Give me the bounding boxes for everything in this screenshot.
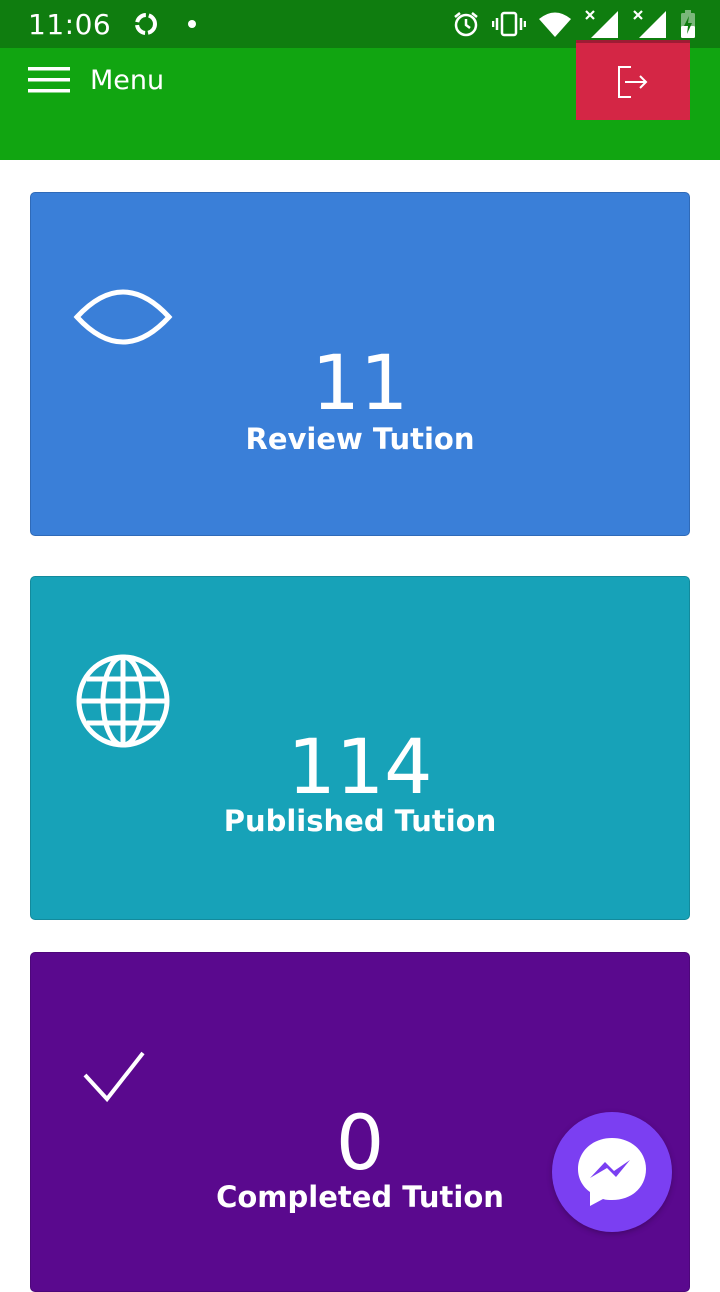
- hamburger-icon: [28, 67, 70, 93]
- signal-icon: [633, 10, 666, 38]
- dot-icon: [188, 20, 197, 28]
- review-tution-label: Review Tution: [245, 422, 475, 456]
- messenger-button[interactable]: [552, 1112, 672, 1232]
- vibrate-icon: [492, 11, 526, 37]
- alarm-icon: [454, 12, 478, 37]
- review-tution-count: 11: [311, 338, 409, 427]
- status-left-icons: [133, 11, 197, 37]
- battery-charging-icon: [681, 10, 695, 38]
- logout-button[interactable]: [576, 40, 690, 120]
- review-tution-card[interactable]: 11 Review Tution: [30, 192, 690, 536]
- published-tution-count: 114: [287, 722, 433, 811]
- status-time: 11:06: [28, 7, 112, 41]
- logout-icon: [618, 65, 648, 98]
- sync-icon: [135, 13, 158, 35]
- menu-button[interactable]: Menu: [28, 58, 164, 102]
- app-bar: Menu: [0, 40, 720, 160]
- wifi-icon: [539, 12, 571, 37]
- published-tution-label: Published Tution: [223, 804, 497, 838]
- published-tution-card[interactable]: 114 Published Tution: [30, 576, 690, 920]
- messenger-icon: [578, 1138, 646, 1206]
- menu-label: Menu: [90, 64, 165, 96]
- signal-icon: [585, 10, 618, 38]
- status-right-icons: [452, 9, 696, 39]
